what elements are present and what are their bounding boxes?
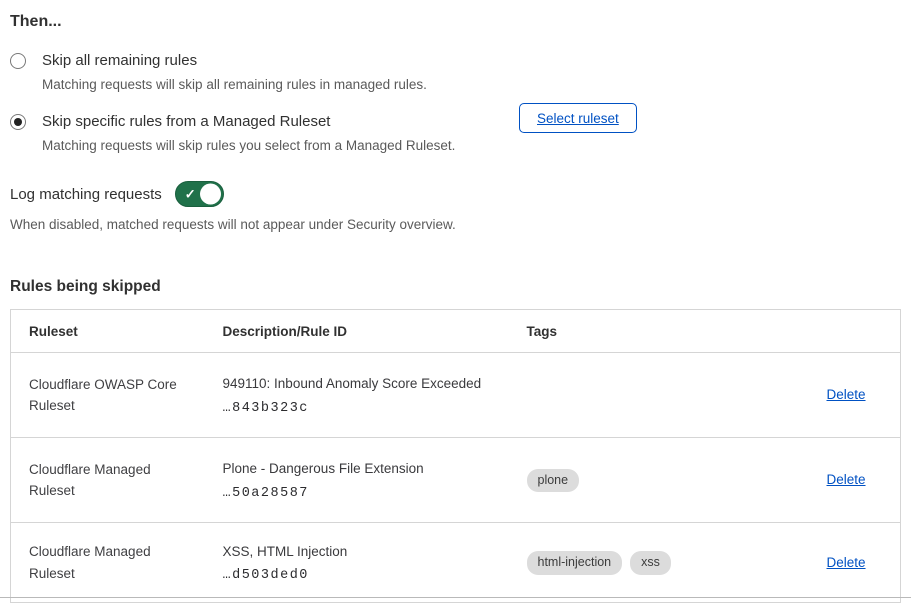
toggle-knob [200,184,221,205]
delete-link[interactable]: Delete [827,472,866,487]
column-header-description: Description/Rule ID [223,310,527,353]
radio-description: Matching requests will skip rules you se… [42,137,455,155]
column-header-actions [827,310,901,353]
column-header-ruleset: Ruleset [11,310,223,353]
radio-label: Skip all remaining rules [42,52,427,71]
radio-selected-icon[interactable] [10,114,26,130]
table-row: Cloudflare OWASP Core Ruleset 949110: In… [11,353,901,438]
log-matching-label: Log matching requests [10,186,162,203]
log-matching-description: When disabled, matched requests will not… [10,216,900,234]
tags-cell [527,353,827,438]
log-matching-toggle[interactable]: ✓ [175,181,224,207]
ruleset-name: Cloudflare Managed Ruleset [11,523,223,603]
rule-description: Plone - Dangerous File Extension [223,460,507,478]
section-divider [0,597,911,598]
tag-pill: html-injection [527,551,623,575]
select-ruleset-button[interactable]: Select ruleset [519,103,637,133]
table-row: Cloudflare Managed Ruleset XSS, HTML Inj… [11,523,901,603]
delete-link[interactable]: Delete [827,555,866,570]
table-header-row: Ruleset Description/Rule ID Tags [11,310,901,353]
delete-link[interactable]: Delete [827,387,866,402]
table-row: Cloudflare Managed Ruleset Plone - Dange… [11,438,901,523]
radio-option-skip-all[interactable]: Skip all remaining rules Matching reques… [10,52,900,94]
ruleset-name: Cloudflare OWASP Core Ruleset [11,353,223,438]
rule-description: XSS, HTML Injection [223,543,507,561]
rule-id: …843b323c [223,401,507,416]
tags-cell: html-injection xss [527,523,827,603]
column-header-tags: Tags [527,310,827,353]
radio-label: Skip specific rules from a Managed Rules… [42,113,455,132]
rule-description: 949110: Inbound Anomaly Score Exceeded [223,375,507,393]
radio-description: Matching requests will skip all remainin… [42,76,427,94]
radio-option-skip-specific[interactable]: Skip specific rules from a Managed Rules… [10,113,900,155]
waf-skip-rule-panel: Then... Skip all remaining rules Matchin… [0,0,911,603]
tag-pill: plone [527,469,580,493]
rules-being-skipped-heading: Rules being skipped [10,278,900,296]
tags-cell: plone [527,438,827,523]
then-heading: Then... [10,12,900,31]
radio-unselected-icon[interactable] [10,53,26,69]
check-icon: ✓ [185,188,196,201]
rules-being-skipped-table: Ruleset Description/Rule ID Tags Cloudfl… [10,309,901,603]
rule-id: …50a28587 [223,486,507,501]
then-options-group: Skip all remaining rules Matching reques… [10,52,900,155]
rule-id: …d503ded0 [223,568,507,583]
tag-pill: xss [630,551,671,575]
ruleset-name: Cloudflare Managed Ruleset [11,438,223,523]
log-matching-row: Log matching requests ✓ [10,181,900,207]
